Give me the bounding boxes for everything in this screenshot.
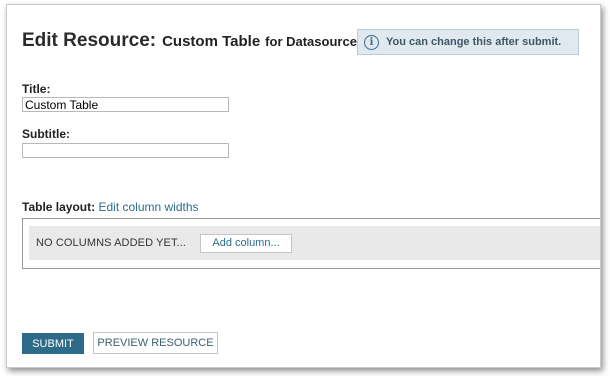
table-layout-area: NO COLUMNS ADDED YET... Add column... — [22, 218, 600, 269]
submit-button[interactable]: SUBMIT — [22, 333, 84, 354]
page-title: Edit Resource: — [22, 30, 157, 51]
datasource-label: for Datasource 1 — [265, 34, 368, 49]
no-columns-text: NO COLUMNS ADDED YET... — [36, 237, 187, 249]
add-column-button[interactable]: Add column... — [200, 233, 293, 253]
page-header: Edit Resource: Custom Table for Datasour… — [22, 30, 368, 52]
resource-name: Custom Table — [162, 33, 261, 50]
info-banner: i You can change this after submit. — [357, 29, 579, 55]
edit-column-widths-link[interactable]: Edit column widths — [98, 200, 198, 214]
subtitle-label: Subtitle: — [22, 127, 70, 141]
columns-row: NO COLUMNS ADDED YET... Add column... — [29, 226, 600, 260]
info-message: You can change this after submit. — [386, 36, 562, 48]
title-input[interactable] — [22, 97, 229, 112]
table-layout-label: Table layout: — [22, 200, 96, 214]
preview-resource-button[interactable]: PREVIEW RESOURCE — [93, 332, 218, 354]
title-label: Title: — [22, 82, 51, 96]
subtitle-input[interactable] — [22, 143, 229, 158]
table-layout-row: Table layout: Edit column widths — [22, 200, 199, 214]
info-icon: i — [364, 34, 379, 50]
edit-resource-panel: Edit Resource: Custom Table for Datasour… — [6, 4, 601, 368]
